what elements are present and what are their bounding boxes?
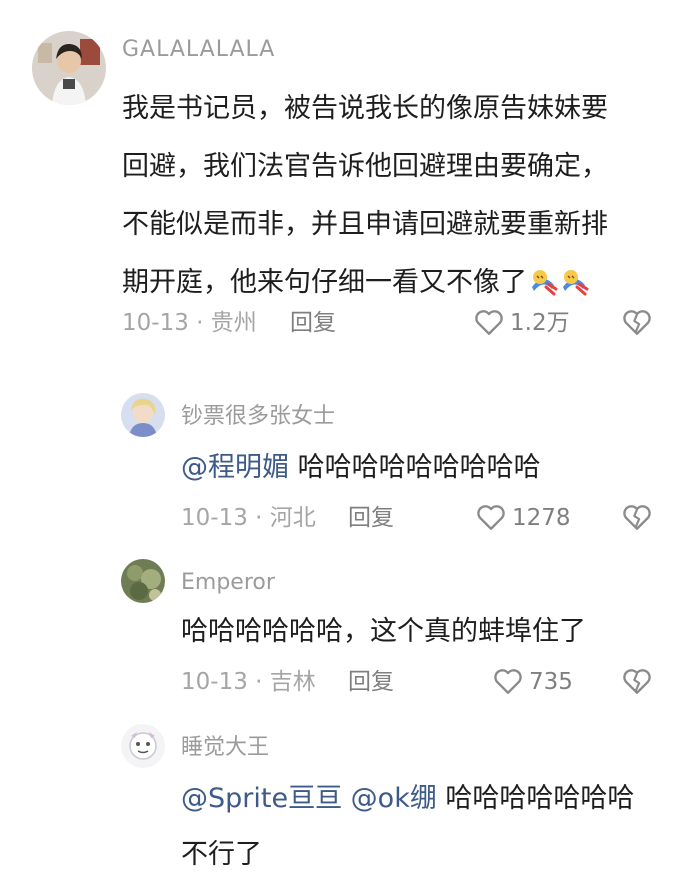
falling-person-emoji-icon [532, 270, 558, 296]
comment-line: 不行了 [181, 839, 262, 870]
comment-line: @Sprite亘亘 @ok绷 哈哈哈哈哈哈哈 [181, 778, 634, 820]
broken-heart-icon[interactable] [621, 306, 653, 338]
username[interactable]: 钞票很多张女士 [181, 406, 335, 428]
heart-outline-icon[interactable] [473, 306, 505, 338]
avatar[interactable] [121, 724, 165, 768]
comment-location: 吉林 [269, 669, 316, 695]
heart-outline-icon[interactable] [475, 501, 507, 533]
falling-person-emoji-icon [563, 270, 589, 296]
mention-link[interactable]: @ok绷 [351, 783, 437, 814]
comment-line: 期开庭，他来句仔细一看又不像了 [122, 254, 608, 312]
comment-line: 我是书记员，被告说我长的像原告妹妹要 [122, 93, 608, 124]
comment-date: 10-13 [181, 505, 248, 531]
comment-location: 河北 [269, 505, 316, 531]
mention-link[interactable]: @Sprite亘亘 [181, 783, 342, 814]
comment-text: @Sprite亘亘 @ok绷 哈哈哈哈哈哈哈 不行了 [181, 778, 634, 876]
meta-separator: · [188, 310, 211, 336]
comment-text-content: 哈哈哈哈哈哈哈哈哈 [297, 452, 541, 483]
comment-text-content: 哈哈哈哈哈哈哈 [445, 783, 635, 814]
like-count: 1278 [512, 505, 571, 531]
comment-meta: 10-13 · 吉林 [181, 671, 316, 694]
comment-text: @程明媚 哈哈哈哈哈哈哈哈哈 [181, 448, 541, 488]
meta-separator: · [247, 505, 270, 531]
reply-button[interactable]: 回复 [348, 507, 394, 530]
comment-line: 不能似是而非，并且申请回避就要重新排 [122, 209, 608, 240]
comment-text: 哈哈哈哈哈哈，这个真的蚌埠住了 [181, 616, 586, 647]
comment-location: 贵州 [210, 310, 257, 336]
broken-heart-icon[interactable] [621, 501, 653, 533]
broken-heart-icon[interactable] [621, 665, 653, 697]
comment-meta: 10-13 · 河北 [181, 507, 316, 530]
comment-meta: 10-13 · 贵州 [122, 312, 257, 335]
comment-date: 10-13 [122, 310, 189, 336]
comment-line: 回避，我们法官告诉他回避理由要确定， [122, 151, 608, 182]
heart-outline-icon[interactable] [492, 665, 524, 697]
like-count: 1.2万 [510, 310, 570, 336]
comment-text: 我是书记员，被告说我长的像原告妹妹要 回避，我们法官告诉他回避理由要确定， 不能… [122, 80, 608, 312]
meta-separator: · [247, 669, 270, 695]
comment-date: 10-13 [181, 669, 248, 695]
avatar[interactable] [121, 393, 165, 437]
comment-line-text: 期开庭，他来句仔细一看又不像了 [122, 267, 527, 298]
reply-button[interactable]: 回复 [348, 671, 394, 694]
mention-link[interactable]: @程明媚 [181, 452, 289, 483]
username[interactable]: Emperor [181, 572, 275, 594]
username[interactable]: GALALALALA [122, 39, 275, 61]
reply-button[interactable]: 回复 [290, 312, 336, 335]
username[interactable]: 睡觉大王 [181, 737, 269, 759]
avatar[interactable] [121, 559, 165, 603]
avatar[interactable] [32, 31, 106, 105]
like-count: 735 [529, 669, 573, 695]
